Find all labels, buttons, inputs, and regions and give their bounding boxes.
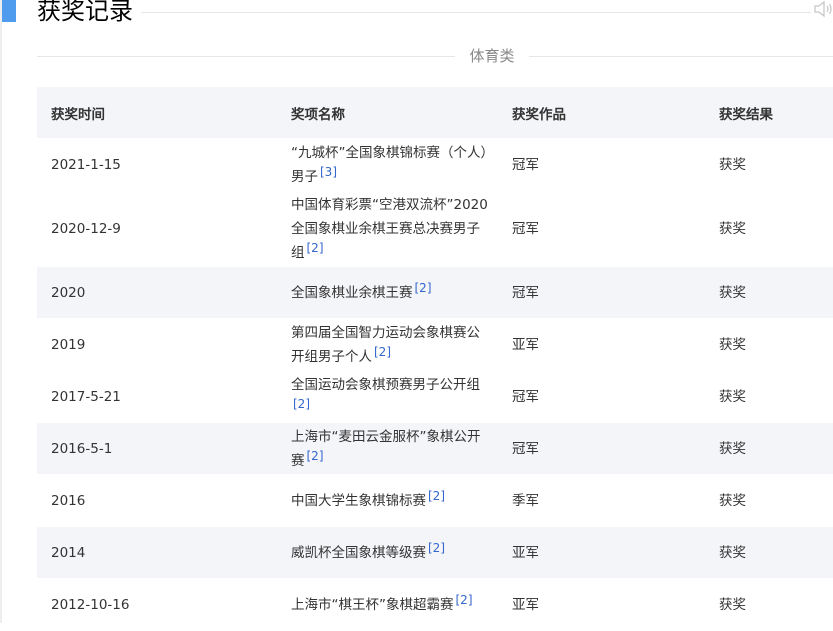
award-name-cell: 威凯杯全国象棋等级赛 [2] <box>277 527 498 579</box>
left-border <box>0 0 2 623</box>
header-award-work: 获奖作品 <box>498 87 705 139</box>
award-result: 获奖 <box>705 527 833 579</box>
reference-link[interactable]: [2] <box>413 281 434 295</box>
award-name: 全国象棋业余棋王赛 [2] <box>291 281 498 305</box>
reference-link[interactable]: [2] <box>454 593 475 607</box>
award-result: 获奖 <box>705 579 833 631</box>
table-row: 2016-5-1 上海市“麦田云金服杯”象棋公开赛 [2] 冠军 获奖 <box>37 423 833 475</box>
award-name-text: 全国象棋业余棋王赛 <box>291 284 413 301</box>
award-name-cell: 中国体育彩票“空港双流杯”2020全国象棋业余棋王赛总决赛男子组 [2] <box>277 192 498 267</box>
award-result: 获奖 <box>705 371 833 423</box>
award-name: 全国运动会象棋预赛男子公开组 [2] <box>291 373 498 421</box>
award-result: 获奖 <box>705 423 833 475</box>
award-work: 冠军 <box>498 371 705 423</box>
table-row: 2014 威凯杯全国象棋等级赛 [2] 亚军 获奖 <box>37 527 833 579</box>
category-divider <box>37 56 833 57</box>
award-name-cell: 上海市“棋王杯”象棋超霸赛 [2] <box>277 579 498 631</box>
table-row: 2019 第四届全国智力运动会象棋赛公开组男子个人 [2] 亚军 获奖 <box>37 319 833 371</box>
table-row: 2016 中国大学生象棋锦标赛 [2] 季军 获奖 <box>37 475 833 527</box>
award-name-cell: 第四届全国智力运动会象棋赛公开组男子个人 [2] <box>277 319 498 371</box>
section-title: 获奖记录 <box>37 0 141 28</box>
award-name-cell: “九城杯”全国象棋锦标赛（个人）男子 [3] <box>277 139 498 192</box>
award-work: 亚军 <box>498 579 705 631</box>
award-name-text: 威凯杯全国象棋等级赛 <box>291 544 426 561</box>
award-name-cell: 全国运动会象棋预赛男子公开组 [2] <box>277 371 498 423</box>
award-time: 2020-12-9 <box>37 192 277 267</box>
award-result: 获奖 <box>705 267 833 319</box>
reference-link[interactable]: [2] <box>305 449 326 463</box>
award-name: “九城杯”全国象棋锦标赛（个人）男子 [3] <box>291 141 498 189</box>
award-time: 2019 <box>37 319 277 371</box>
reference-link[interactable]: [2] <box>291 397 312 411</box>
award-work: 冠军 <box>498 267 705 319</box>
table-header-row: 获奖时间 奖项名称 获奖作品 获奖结果 <box>37 87 833 139</box>
award-work: 冠军 <box>498 423 705 475</box>
table-row: 2021-1-15 “九城杯”全国象棋锦标赛（个人）男子 [3] 冠军 获奖 <box>37 139 833 192</box>
award-name-cell: 上海市“麦田云金服杯”象棋公开赛 [2] <box>277 423 498 475</box>
award-name-text: 全国运动会象棋预赛男子公开组 <box>291 376 480 393</box>
award-name: 第四届全国智力运动会象棋赛公开组男子个人 [2] <box>291 321 498 369</box>
table-row: 2020 全国象棋业余棋王赛 [2] 冠军 获奖 <box>37 267 833 319</box>
award-time: 2012-10-16 <box>37 579 277 631</box>
award-time: 2014 <box>37 527 277 579</box>
table-row: 2017-5-21 全国运动会象棋预赛男子公开组 [2] 冠军 获奖 <box>37 371 833 423</box>
header-award-name: 奖项名称 <box>277 87 498 139</box>
award-result: 获奖 <box>705 475 833 527</box>
award-time: 2021-1-15 <box>37 139 277 192</box>
award-name-text: 上海市“棋王杯”象棋超霸赛 <box>291 596 454 613</box>
awards-table: 获奖时间 奖项名称 获奖作品 获奖结果 2021-1-15 “九城杯”全国象棋锦… <box>37 87 833 631</box>
award-time: 2016-5-1 <box>37 423 277 475</box>
award-name: 上海市“棋王杯”象棋超霸赛 [2] <box>291 593 498 617</box>
speaker-icon[interactable] <box>813 0 833 18</box>
award-work: 冠军 <box>498 192 705 267</box>
award-work: 季军 <box>498 475 705 527</box>
award-name-cell: 中国大学生象棋锦标赛 [2] <box>277 475 498 527</box>
table-row: 2012-10-16 上海市“棋王杯”象棋超霸赛 [2] 亚军 获奖 <box>37 579 833 631</box>
award-name: 中国体育彩票“空港双流杯”2020全国象棋业余棋王赛总决赛男子组 [2] <box>291 193 498 265</box>
award-time: 2016 <box>37 475 277 527</box>
award-work: 冠军 <box>498 139 705 192</box>
award-work: 亚军 <box>498 527 705 579</box>
award-name-cell: 全国象棋业余棋王赛 [2] <box>277 267 498 319</box>
reference-link[interactable]: [2] <box>426 541 447 555</box>
title-divider <box>37 12 811 13</box>
award-name: 中国大学生象棋锦标赛 [2] <box>291 489 498 513</box>
award-time: 2020 <box>37 267 277 319</box>
header-award-result: 获奖结果 <box>705 87 833 139</box>
award-name: 威凯杯全国象棋等级赛 [2] <box>291 541 498 565</box>
award-name-text: 中国大学生象棋锦标赛 <box>291 492 426 509</box>
award-result: 获奖 <box>705 319 833 371</box>
category-label: 体育类 <box>455 44 529 68</box>
award-name: 上海市“麦田云金服杯”象棋公开赛 [2] <box>291 425 498 473</box>
award-result: 获奖 <box>705 192 833 267</box>
reference-link[interactable]: [2] <box>426 489 447 503</box>
award-work: 亚军 <box>498 319 705 371</box>
table-row: 2020-12-9 中国体育彩票“空港双流杯”2020全国象棋业余棋王赛总决赛男… <box>37 192 833 267</box>
reference-link[interactable]: [2] <box>305 241 326 255</box>
award-result: 获奖 <box>705 139 833 192</box>
reference-link[interactable]: [2] <box>372 345 393 359</box>
reference-link[interactable]: [3] <box>318 165 339 179</box>
section-accent-bar <box>2 0 16 22</box>
header-award-time: 获奖时间 <box>37 87 277 139</box>
award-time: 2017-5-21 <box>37 371 277 423</box>
